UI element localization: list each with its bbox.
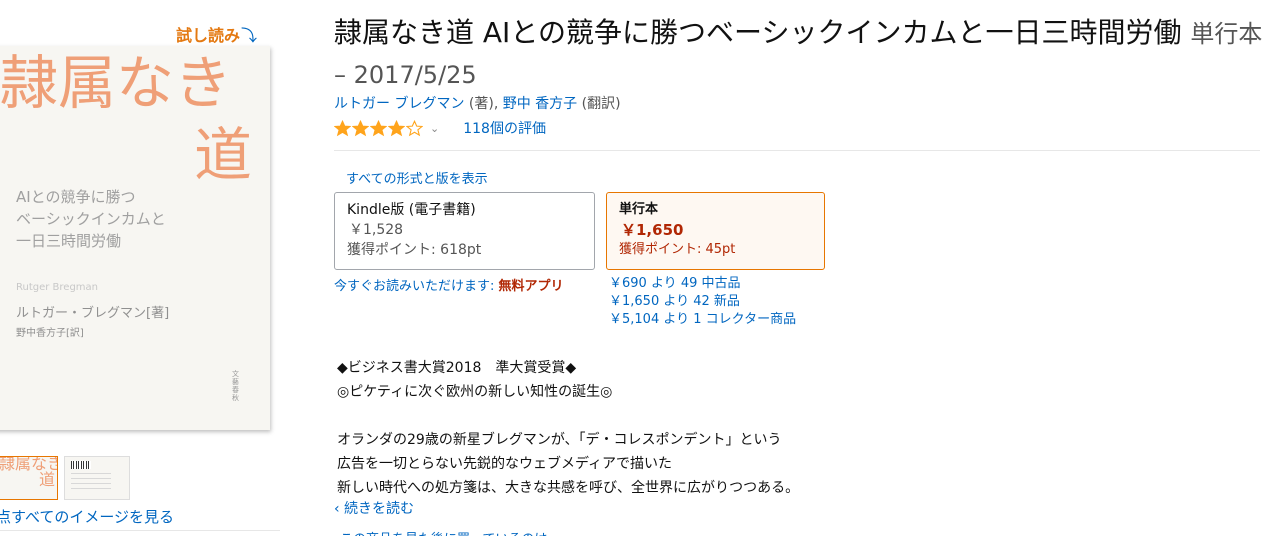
star-empty-icon [406, 119, 423, 136]
byline: ルトガー ブレグマン (著), 野中 香方子 (翻訳) [334, 93, 621, 113]
star-filled-icon [370, 119, 387, 136]
description-line: ◎ピケティに次ぐ欧州の新しい知性の誕生◎ [337, 384, 613, 400]
rating-row: ⌄ 118個の評価 [334, 118, 546, 138]
author-role: (著), [468, 96, 499, 112]
format-price: ￥1,528 [349, 222, 404, 238]
description-line: 新しい時代への処方箋は、大きな共感を呼び、全世界に広がりつつある。 [337, 480, 800, 496]
star-filled-icon [352, 119, 369, 136]
free-app-notice: 今すぐお読みいただけます: 無料アプリ [334, 275, 564, 294]
format-name: Kindle版 (電子書籍) [347, 202, 476, 218]
free-app-prefix: 今すぐお読みいただけます: [334, 279, 495, 294]
trial-read-label: 試し読み [176, 26, 241, 45]
format-price: ￥1,650 [621, 221, 684, 239]
offer-new-link[interactable]: ￥1,650 より 42 新品 [609, 293, 796, 311]
title-divider [334, 150, 1260, 151]
cover-author: ルトガー・ブレグマン[著] [16, 306, 170, 321]
trial-read-link[interactable]: 試し読み⤵ [176, 22, 257, 46]
format-name: 単行本 [619, 202, 659, 217]
book-cover-image[interactable]: 隷属なき 道 AIとの競争に勝つ ベーシックインカムと 一日三時間労働 Rutg… [0, 46, 270, 430]
offers-list: ￥690 より 49 中古品 ￥1,650 より 42 新品 ￥5,104 より… [609, 275, 796, 329]
star-rating[interactable] [334, 119, 424, 137]
description-line: ◆ビジネス書大賞2018 準大賞受賞◆ [337, 360, 577, 376]
offer-used-link[interactable]: ￥690 より 49 中古品 [609, 275, 796, 293]
cover-translator: 野中香方子[訳] [16, 328, 84, 339]
product-title-text: 隷属なき道 AIとの競争に勝つベーシックインカムと一日三時間労働 [334, 16, 1182, 49]
barcode-icon [71, 461, 91, 469]
cover-subtitle: AIとの競争に勝つ ベーシックインカムと 一日三時間労働 [16, 188, 166, 250]
translator-link[interactable]: 野中 香方子 [503, 96, 577, 112]
description-line: 広告を一切とらない先鋭的なウェブメディアで描いた [337, 456, 673, 472]
format-option-kindle[interactable]: Kindle版 (電子書籍) ￥1,528 獲得ポイント: 618pt [334, 192, 595, 270]
curved-arrow-down-icon: ⤵ [241, 26, 258, 45]
cover-publisher: 文藝春秋 [232, 370, 239, 402]
cover-title-line2: 道 [194, 121, 253, 189]
left-divider [0, 530, 280, 531]
star-filled-icon [388, 119, 405, 136]
translator-role: (翻訳) [581, 96, 621, 112]
product-title: 隷属なき道 AIとの競争に勝つベーシックインカムと一日三時間労働 単行本 – 2… [334, 13, 1264, 95]
description-line: オランダの29歳の新星ブレグマンが、「デ・コレスポンデント」という [337, 432, 782, 448]
product-description: ◆ビジネス書大賞2018 準大賞受賞◆ ◎ピケティに次ぐ欧州の新しい知性の誕生◎… [337, 356, 799, 500]
read-more-link[interactable]: ‹ 続きを読む [334, 498, 414, 518]
thumbnail-title-2: 道 [39, 470, 56, 489]
format-points: 獲得ポイント: 618pt [347, 242, 482, 258]
text-lines-icon [71, 473, 111, 493]
all-formats-link[interactable]: すべての形式と版を表示 [346, 168, 488, 187]
see-all-images-link[interactable]: 点すべてのイメージを見る [0, 506, 174, 527]
thumbnail-front-cover[interactable]: 隷属なき 道 [0, 456, 58, 500]
star-filled-icon [334, 119, 351, 136]
free-app-link[interactable]: 無料アプリ [499, 279, 564, 294]
cut-off-heading: この商品を見た後に買っているのは [340, 528, 547, 536]
rating-count-link[interactable]: 118個の評価 [463, 118, 546, 138]
offer-collectible-link[interactable]: ￥5,104 より 1 コレクター商品 [609, 311, 796, 329]
cover-author-en: Rutger Bregman [16, 282, 99, 293]
format-option-hardcover[interactable]: 単行本 ￥1,650 獲得ポイント: 45pt [606, 192, 825, 270]
cover-title-line1: 隷属なき [0, 49, 233, 117]
thumbnail-back-cover[interactable] [64, 456, 130, 500]
format-points: 獲得ポイント: 45pt [619, 242, 736, 257]
chevron-down-icon[interactable]: ⌄ [430, 122, 439, 135]
author-link[interactable]: ルトガー ブレグマン [334, 96, 464, 112]
